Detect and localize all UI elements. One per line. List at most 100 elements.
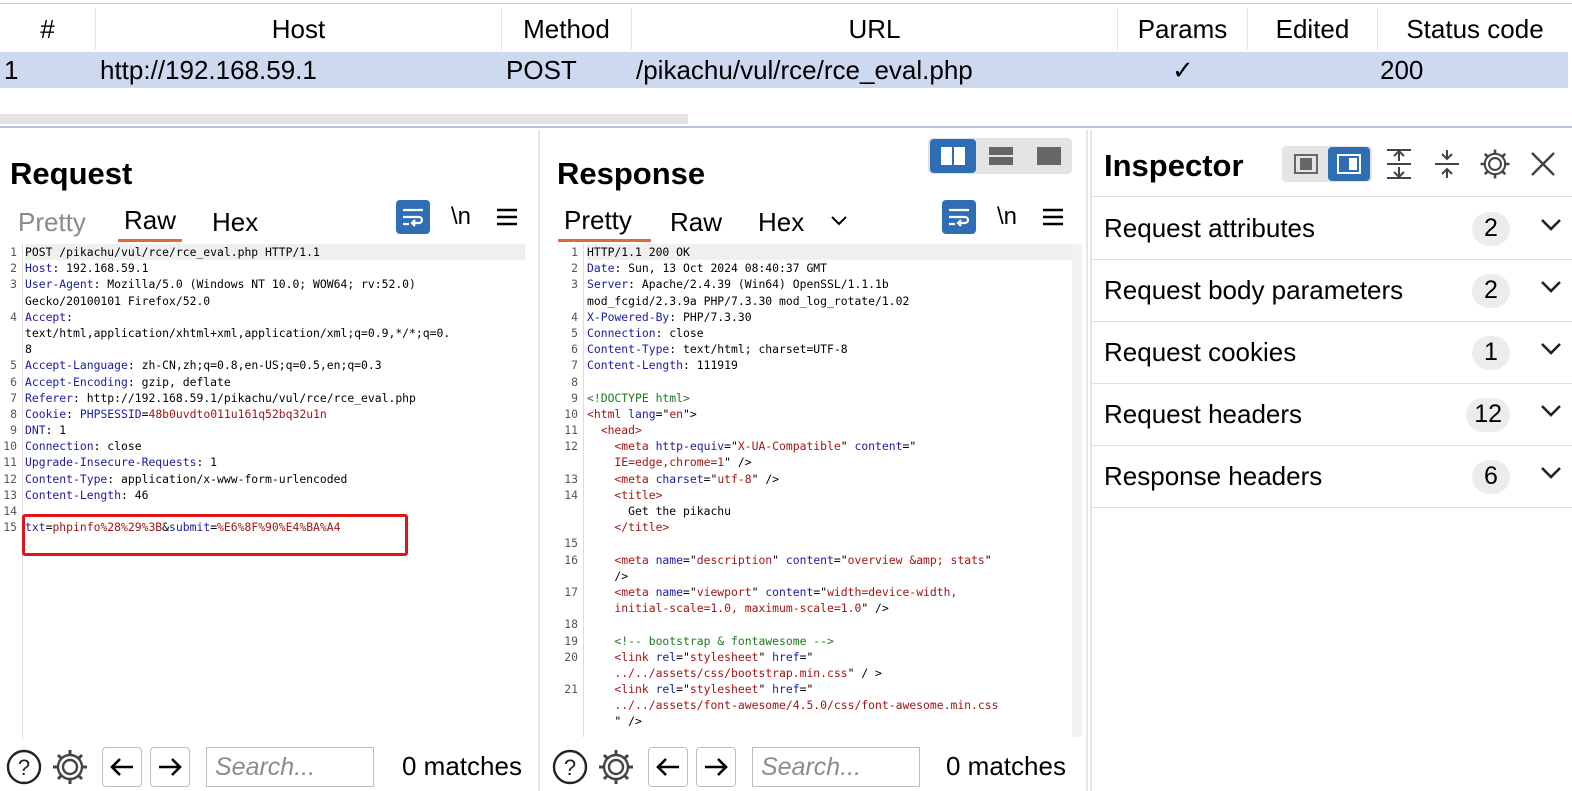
code-line: Content-Length: 111919	[587, 357, 1077, 373]
chevron-down-icon[interactable]	[822, 204, 856, 238]
column-header-url[interactable]: URL	[632, 8, 1118, 50]
menu-icon[interactable]	[1036, 200, 1070, 234]
code-line: <meta charset="utf-8" />	[587, 471, 1077, 487]
pane-divider[interactable]	[0, 126, 1572, 128]
wrap-lines-icon[interactable]	[942, 200, 976, 234]
single-pane-icon[interactable]	[1026, 139, 1072, 173]
inspector-section-request-headers[interactable]: Request headers 12	[1090, 384, 1572, 446]
column-header-label: Host	[271, 13, 326, 44]
line-number: 14	[3, 504, 17, 518]
search-input[interactable]: Search...	[206, 747, 374, 787]
code-token: stylesheet	[689, 682, 759, 697]
code-token: "	[758, 682, 773, 697]
tab-hex[interactable]: Hex	[752, 202, 810, 242]
code-token: : text/html; charset=UTF-8	[669, 342, 848, 357]
column-header-edited[interactable]: Edited	[1248, 8, 1378, 50]
search-input[interactable]: Search...	[752, 747, 920, 787]
split-vertical-icon[interactable]	[978, 139, 1024, 173]
code-token: ="	[676, 649, 690, 664]
code-token: ="	[799, 649, 814, 664]
dock-left-icon[interactable]	[1286, 147, 1326, 181]
split-horizontal-icon[interactable]	[930, 139, 976, 173]
code-token: ="	[724, 439, 738, 454]
column-header-label: Status code	[1406, 13, 1544, 44]
vertical-scrollbar[interactable]	[1072, 244, 1082, 737]
newline-toggle-icon[interactable]: \n	[444, 200, 478, 234]
code-token: : Mozilla/5.0 (Windows NT 10.0; WOW64; r…	[93, 277, 416, 292]
settings-gear-icon[interactable]	[596, 747, 636, 787]
request-code[interactable]: POST /pikachu/vul/rce/rce_eval.php HTTP/…	[25, 244, 525, 535]
code-token: ="	[813, 584, 828, 599]
code-line: <link rel="stylesheet" href="	[587, 681, 1077, 697]
settings-gear-icon[interactable]	[1478, 147, 1512, 181]
code-token: http-equiv	[655, 439, 725, 454]
wrap-lines-icon[interactable]	[396, 200, 430, 234]
tab-raw[interactable]: Raw	[118, 202, 183, 242]
code-token: viewport	[696, 584, 752, 599]
line-number	[542, 503, 578, 519]
count-badge: 6	[1472, 459, 1510, 494]
code-line: </title>	[587, 519, 1077, 535]
line-number: 16	[564, 552, 578, 567]
code-token: <link	[587, 649, 656, 664]
help-icon[interactable]: ?	[550, 747, 590, 787]
line-number	[542, 713, 578, 729]
next-arrow-icon[interactable]	[150, 747, 190, 787]
inspector-section-request-body-parameters[interactable]: Request body parameters 2	[1090, 260, 1572, 322]
code-token: content	[854, 439, 903, 454]
line-number	[542, 665, 578, 681]
collapse-all-icon[interactable]	[1430, 147, 1464, 181]
code-token: : PHP/7.3.30	[669, 309, 752, 324]
column-header-host[interactable]: Host	[96, 8, 502, 50]
line-number	[542, 454, 578, 470]
code-line: <link rel="stylesheet" href="	[587, 649, 1077, 665]
column-header-number[interactable]: #	[0, 8, 96, 50]
menu-icon[interactable]	[490, 200, 524, 234]
line-number: 18	[564, 617, 578, 632]
tab-pretty[interactable]: Pretty	[12, 202, 92, 242]
help-icon[interactable]: ?	[4, 747, 44, 787]
code-token: : 1	[196, 455, 218, 470]
code-token: <meta	[587, 439, 656, 454]
svg-text:?: ?	[564, 755, 576, 780]
code-line: Connection: close	[25, 438, 525, 454]
previous-arrow-icon[interactable]	[648, 747, 688, 787]
code-token: mod_fcgid/2.3.9a PHP/7.3.30 mod_log_rota…	[587, 293, 910, 308]
row-host: http://192.168.59.1	[100, 54, 317, 85]
code-token: <!-- bootstrap & fontawesome -->	[587, 633, 834, 648]
inspector-section-request-cookies[interactable]: Request cookies 1	[1090, 322, 1572, 384]
code-token: " />	[751, 471, 780, 486]
newline-toggle-icon[interactable]: \n	[990, 200, 1024, 234]
response-editor[interactable]: 1 2 3 4 5 6 7 8 9 10 11 12 13 14 15 16 17 18 19 20 21 HTTP/1…	[542, 244, 1086, 737]
column-header-params[interactable]: Params	[1118, 8, 1248, 50]
line-number	[542, 293, 578, 309]
code-line: DNT: 1	[25, 422, 525, 438]
next-arrow-icon[interactable]	[696, 747, 736, 787]
code-token: overview &amp; stats	[847, 552, 985, 567]
code-token: description	[696, 552, 773, 567]
code-token: Gecko/20100101 Firefox/52.0	[25, 293, 211, 308]
inspector-section-response-headers[interactable]: Response headers 6	[1090, 446, 1572, 508]
response-code[interactable]: HTTP/1.1 200 OK Date: Sun, 13 Oct 2024 08…	[587, 244, 1077, 730]
previous-arrow-icon[interactable]	[102, 747, 142, 787]
inspector-section-request-attributes[interactable]: Request attributes 2	[1090, 198, 1572, 260]
tab-raw[interactable]: Raw	[664, 202, 728, 242]
code-token: Upgrade-Insecure-Requests	[25, 455, 197, 470]
line-number	[542, 519, 578, 535]
code-line: <head>	[587, 422, 1077, 438]
tab-pretty[interactable]: Pretty	[558, 202, 651, 242]
request-editor[interactable]: 1 2 3 4 5 6 7 8 9 10 11 12 13 14 15 POST /pikachu/vul/…	[0, 244, 538, 739]
expand-all-icon[interactable]	[1382, 147, 1416, 181]
line-gutter: 1 2 3 4 5 6 7 8 9 10 11 12 13 14 15 16 17 18 19 20 21	[542, 244, 578, 730]
settings-gear-icon[interactable]	[50, 747, 90, 787]
code-line: Content-Type: text/html; charset=UTF-8	[587, 341, 1077, 357]
matches-count: 0 matches	[402, 751, 522, 781]
close-icon[interactable]	[1526, 147, 1560, 181]
horizontal-scrollbar[interactable]	[0, 114, 688, 124]
column-header-status-code[interactable]: Status code	[1378, 8, 1572, 50]
column-header-method[interactable]: Method	[502, 8, 632, 50]
tab-hex[interactable]: Hex	[206, 202, 264, 242]
code-token: ="	[902, 439, 917, 454]
code-token: Host	[25, 261, 53, 276]
dock-right-icon[interactable]	[1328, 147, 1370, 181]
